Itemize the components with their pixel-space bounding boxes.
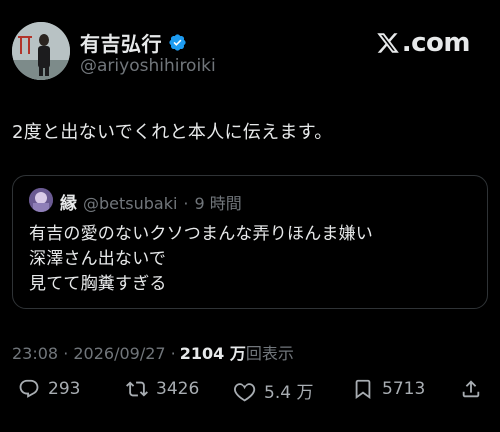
quoted-author-handle[interactable]: @betsubaki <box>83 194 177 213</box>
share-button[interactable] <box>460 378 482 400</box>
author-handle[interactable]: @ariyoshihiroiki <box>80 56 216 76</box>
retweet-count: 3426 <box>156 379 200 399</box>
tweet-timestamp[interactable]: 23:08 · 2026/09/27 · <box>12 344 176 363</box>
separator-dot: · <box>183 194 189 213</box>
view-count-label: 回表示 <box>245 344 294 363</box>
tweet-meta: 23:08 · 2026/09/27 · 2104 万 回表示 <box>12 340 294 364</box>
reply-button[interactable]: 293 <box>18 378 80 400</box>
reply-count: 293 <box>48 379 81 399</box>
view-count: 2104 万 <box>179 344 246 363</box>
x-brand-logo: .com <box>376 28 471 58</box>
bookmark-icon <box>355 379 371 400</box>
quoted-author-avatar[interactable] <box>29 188 53 212</box>
like-button[interactable]: 5.4 万 <box>234 378 313 403</box>
bookmark-count: 5713 <box>382 379 426 399</box>
retweet-icon <box>126 381 148 397</box>
quoted-line: 見てて胸糞すぎる <box>29 274 167 294</box>
reply-icon <box>19 379 39 398</box>
verified-badge-icon <box>169 34 186 51</box>
heart-icon <box>234 382 256 401</box>
quoted-line: 深澤さん出ないで <box>29 249 167 269</box>
tweet-header: 有吉弘行 @ariyoshihiroiki .com <box>12 22 488 82</box>
quoted-line: 有吉の愛のないクソつまんな弄りほんま嫌い <box>29 224 373 244</box>
author-name[interactable]: 有吉弘行 <box>80 28 162 57</box>
retweet-button[interactable]: 3426 <box>126 378 199 400</box>
bookmark-button[interactable]: 5713 <box>352 378 425 400</box>
like-count: 5.4 万 <box>264 383 314 403</box>
quoted-author-name[interactable]: 縁 <box>60 189 77 214</box>
x-logo-icon <box>377 33 399 53</box>
author-avatar[interactable] <box>12 22 70 80</box>
share-icon <box>462 380 480 398</box>
tweet-text: 2度と出ないでくれと本人に伝えます。 <box>12 122 333 143</box>
quoted-timestamp[interactable]: 9 時間 <box>195 190 242 214</box>
quoted-text: 有吉の愛のないクソつまんな弄りほんま嫌い 深澤さん出ないで 見てて胸糞すぎる <box>29 222 373 297</box>
brand-text: .com <box>401 28 471 58</box>
quoted-tweet[interactable]: 縁 @betsubaki · 9 時間 有吉の愛のないクソつまんな弄りほんま嫌い… <box>12 175 488 309</box>
action-bar: 293 3426 5.4 万 5713 <box>12 378 488 410</box>
